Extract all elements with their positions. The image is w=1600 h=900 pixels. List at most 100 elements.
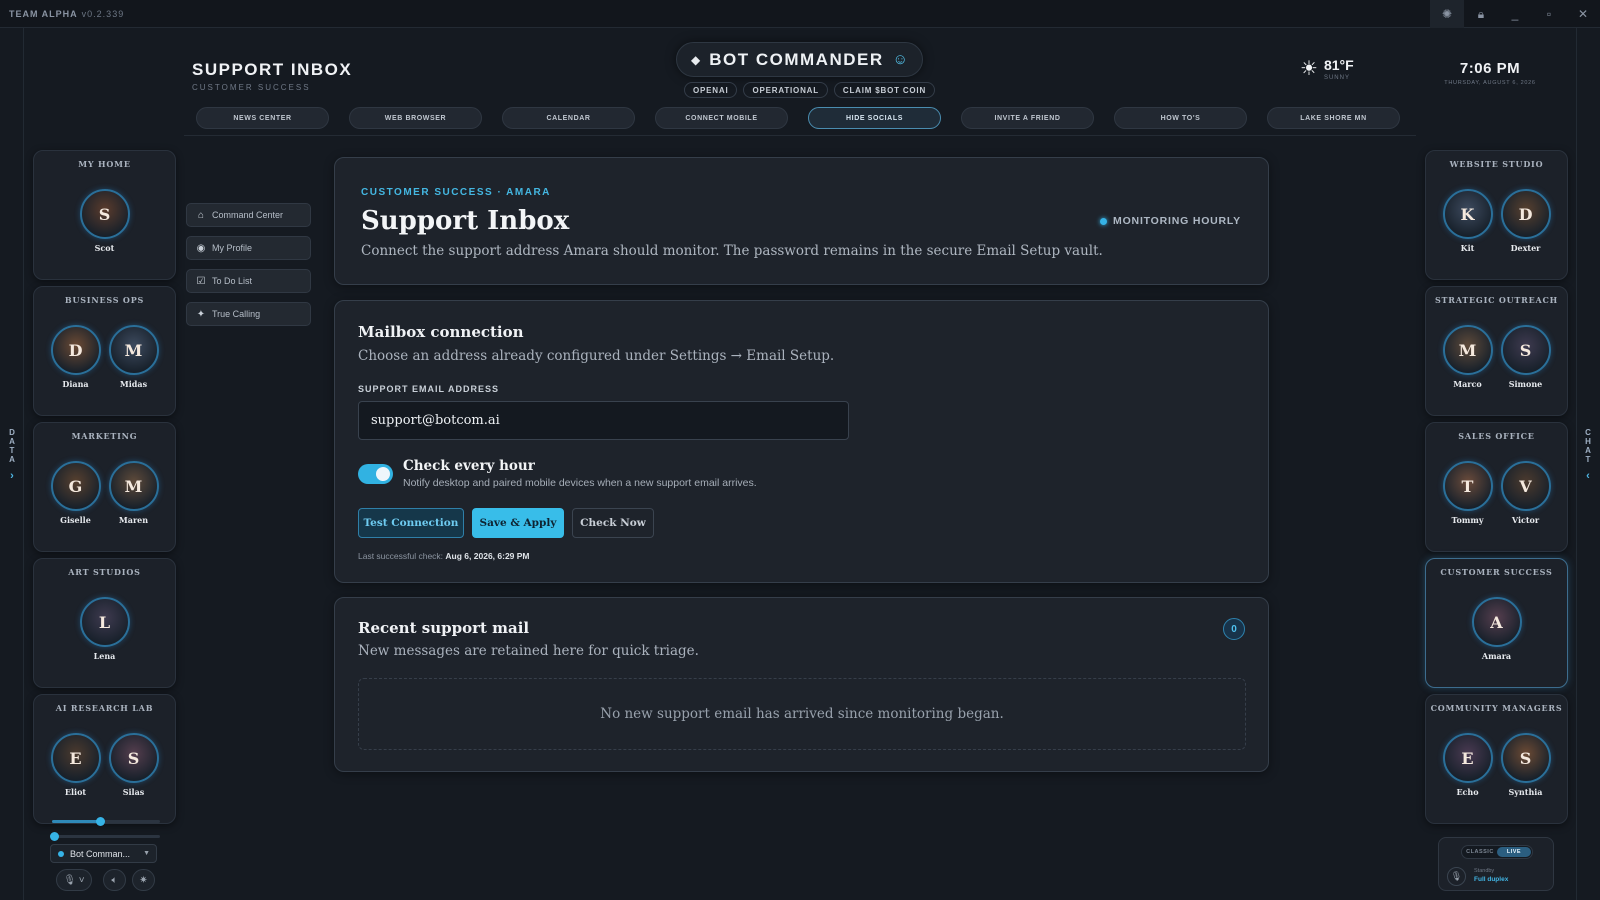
avatar[interactable]: E [50, 733, 101, 783]
avatar[interactable]: E [1442, 733, 1493, 783]
avatar[interactable]: T [1442, 461, 1493, 511]
brand-pill[interactable]: ◆ BOT COMMANDER ☺ [676, 42, 923, 77]
member-scot[interactable]: S Scot [79, 189, 130, 253]
speed-slider[interactable] [50, 832, 160, 841]
team-card-community-managers[interactable]: COMMUNITY MANAGERS E Echo S Synthia [1425, 694, 1568, 824]
avatar[interactable]: D [50, 325, 101, 375]
nav-news-center[interactable]: NEWS CENTER [196, 107, 329, 129]
avatar[interactable]: G [50, 461, 101, 511]
team-card-business-ops[interactable]: BUSINESS OPS D Diana M Midas [33, 286, 176, 416]
team-card-ai-research-lab[interactable]: AI RESEARCH LAB E Eliot S Silas [33, 694, 176, 824]
nav-how-to-s[interactable]: HOW TO'S [1114, 107, 1247, 129]
slider-thumb[interactable] [50, 832, 59, 841]
nav-hide-socials[interactable]: HIDE SOCIALS [808, 107, 941, 129]
member-name: Tommy [1451, 515, 1484, 525]
team-title: WEBSITE STUDIO [1449, 159, 1544, 169]
lock-icon[interactable]: 🔒︎ [1464, 0, 1498, 28]
member-maren[interactable]: M Maren [108, 461, 159, 525]
volume-slider[interactable] [52, 817, 160, 826]
avatar[interactable]: V [1500, 461, 1551, 511]
avatar[interactable]: S [79, 189, 130, 239]
nav-lake-shore-mn[interactable]: LAKE SHORE MN [1267, 107, 1400, 129]
last-check: Last successful check: Aug 6, 2026, 6:29… [358, 551, 530, 561]
team-members: D Diana M Midas [34, 325, 175, 389]
chat-drawer-toggle[interactable]: C H A T ‹ [1576, 428, 1600, 482]
member-echo[interactable]: E Echo [1442, 733, 1493, 797]
maximize-icon[interactable]: ▫ [1532, 0, 1566, 28]
slider-thumb[interactable] [96, 817, 105, 826]
drawer-label: C H A T [1585, 428, 1591, 464]
team-card-art-studios[interactable]: ART STUDIOS L Lena [33, 558, 176, 688]
sun-icon: ☀ [1300, 58, 1318, 80]
voice-select[interactable]: Bot Comman... ▼ [50, 844, 157, 863]
member-amara[interactable]: A Amara [1471, 597, 1522, 661]
submenu-item-true-calling[interactable]: ✦ True Calling [186, 302, 311, 326]
member-marco[interactable]: M Marco [1442, 325, 1493, 389]
avatar[interactable]: S [1500, 733, 1551, 783]
avatar[interactable]: M [108, 461, 159, 511]
team-card-sales-office[interactable]: SALES OFFICE T Tommy V Victor [1425, 422, 1568, 552]
member-simone[interactable]: S Simone [1500, 325, 1551, 389]
member-giselle[interactable]: G Giselle [50, 461, 101, 525]
member-dexter[interactable]: D Dexter [1500, 189, 1551, 253]
team-title: MY HOME [78, 159, 131, 169]
nav-connect-mobile[interactable]: CONNECT MOBILE [655, 107, 788, 129]
team-card-marketing[interactable]: MARKETING G Giselle M Maren [33, 422, 176, 552]
submenu-item-my-profile[interactable]: ◉ My Profile [186, 236, 311, 260]
member-tommy[interactable]: T Tommy [1442, 461, 1493, 525]
team-card-my-home[interactable]: MY HOME S Scot [33, 150, 176, 280]
save-apply-button[interactable]: Save & Apply [472, 508, 564, 538]
member-victor[interactable]: V Victor [1500, 461, 1551, 525]
recent-description: New messages are retained here for quick… [358, 643, 699, 659]
mode-switch[interactable]: CLASSIC LIVE [1461, 845, 1533, 859]
team-card-strategic-outreach[interactable]: STRATEGIC OUTREACH M Marco S Simone [1425, 286, 1568, 416]
chip-provider[interactable]: OPENAI [684, 82, 738, 98]
team-title: SALES OFFICE [1458, 431, 1535, 441]
mode-live[interactable]: LIVE [1497, 847, 1531, 857]
avatar[interactable]: D [1500, 189, 1551, 239]
member-eliot[interactable]: E Eliot [50, 733, 101, 797]
member-silas[interactable]: S Silas [108, 733, 159, 797]
nav-calendar[interactable]: CALENDAR [502, 107, 635, 129]
close-icon[interactable]: ✕ [1566, 0, 1600, 28]
recent-title: Recent support mail [358, 619, 530, 637]
submenu-item-to-do-list[interactable]: ☑ To Do List [186, 269, 311, 293]
test-connection-button[interactable]: Test Connection [358, 508, 464, 538]
page-subtitle: CUSTOMER SUCCESS [192, 83, 311, 92]
team-title: CUSTOMER SUCCESS [1440, 567, 1553, 577]
avatar[interactable]: A [1471, 597, 1522, 647]
chip-status[interactable]: OPERATIONAL [743, 82, 828, 98]
minimize-icon[interactable]: _ [1498, 0, 1532, 28]
check-now-button[interactable]: Check Now [572, 508, 654, 538]
mode-classic[interactable]: CLASSIC [1463, 847, 1497, 857]
mic-button[interactable]: 🎙︎ [1447, 867, 1466, 886]
hourly-check-toggle[interactable] [358, 464, 393, 484]
microphone-button[interactable]: 🎙︎ ˅ [56, 869, 92, 891]
member-lena[interactable]: L Lena [79, 597, 130, 661]
nav-invite-a-friend[interactable]: INVITE A FRIEND [961, 107, 1094, 129]
team-members: E Eliot S Silas [34, 733, 175, 797]
member-kit[interactable]: K Kit [1442, 189, 1493, 253]
page-title: SUPPORT INBOX [192, 60, 353, 79]
member-midas[interactable]: M Midas [108, 325, 159, 389]
theme-icon[interactable]: ✺ [1430, 0, 1464, 28]
member-synthia[interactable]: S Synthia [1500, 733, 1551, 797]
avatar[interactable]: M [108, 325, 159, 375]
settings-button[interactable]: ✷ [132, 869, 155, 891]
avatar[interactable]: S [108, 733, 159, 783]
support-email-input[interactable]: support@botcom.ai [358, 401, 849, 440]
avatar[interactable]: M [1442, 325, 1493, 375]
team-members: M Marco S Simone [1426, 325, 1567, 389]
clock: 7:06 PM THURSDAY, AUGUST 6, 2026 [1440, 60, 1540, 86]
avatar[interactable]: S [1500, 325, 1551, 375]
team-card-customer-success[interactable]: CUSTOMER SUCCESS A Amara [1425, 558, 1568, 688]
data-drawer-toggle[interactable]: D A T A › [0, 428, 24, 482]
speaker-button[interactable]: 🔈︎ [103, 869, 126, 891]
team-card-website-studio[interactable]: WEBSITE STUDIO K Kit D Dexter [1425, 150, 1568, 280]
nav-web-browser[interactable]: WEB BROWSER [349, 107, 482, 129]
chip-claim-coin[interactable]: CLAIM $BOT COIN [833, 82, 936, 98]
avatar[interactable]: L [79, 597, 130, 647]
member-diana[interactable]: D Diana [50, 325, 101, 389]
avatar[interactable]: K [1442, 189, 1493, 239]
submenu-item-command-center[interactable]: ⌂ Command Center [186, 203, 311, 227]
